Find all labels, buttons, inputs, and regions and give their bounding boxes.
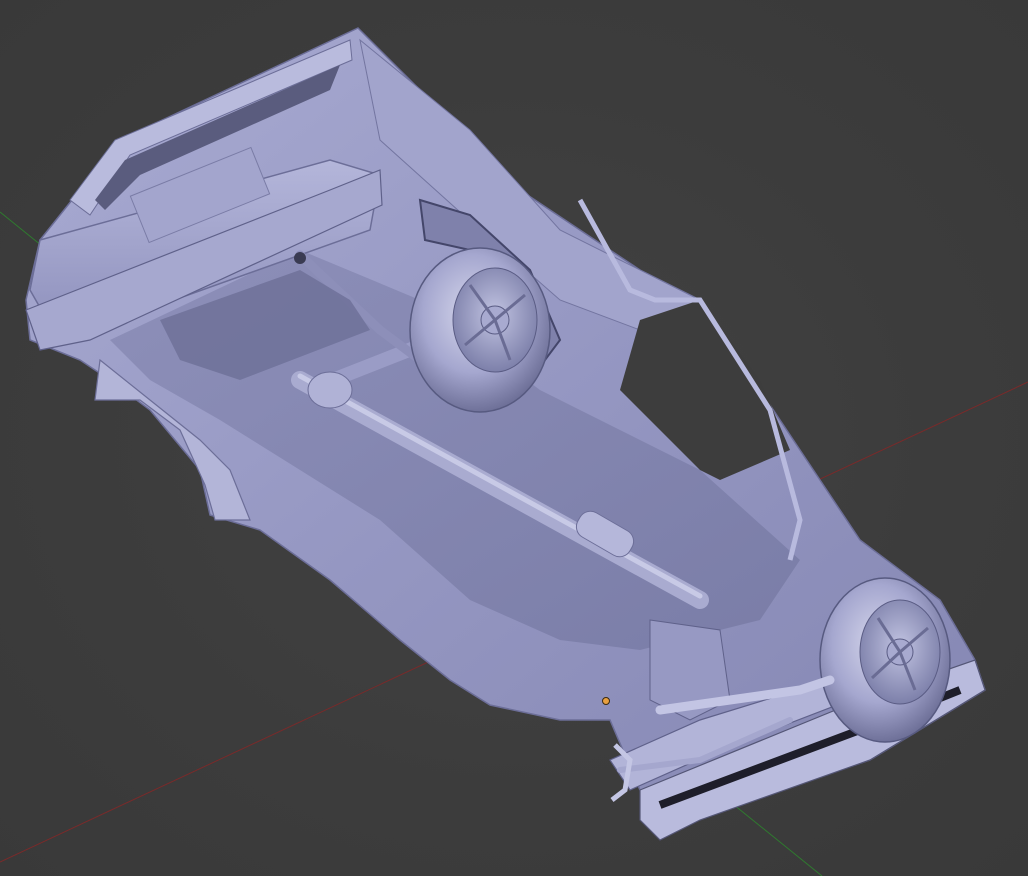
3d-viewport[interactable] bbox=[0, 0, 1028, 876]
front-wheel bbox=[819, 577, 951, 743]
origin-marker[interactable] bbox=[602, 697, 610, 705]
viewport-scene[interactable] bbox=[0, 0, 1028, 876]
differential bbox=[307, 371, 353, 409]
exhaust-tip bbox=[294, 252, 306, 264]
rear-wheel bbox=[409, 247, 551, 413]
vehicle-model[interactable] bbox=[25, 27, 986, 841]
